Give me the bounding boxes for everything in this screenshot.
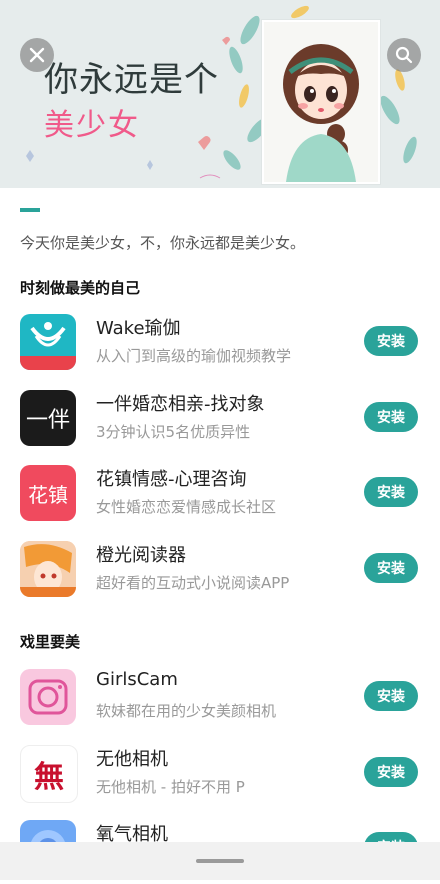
app-row-yiban[interactable]: 一伴 一伴婚恋相亲-找对象 3分钟认识5名优质异性 安装 (0, 390, 440, 454)
close-icon (29, 47, 45, 63)
app-subtitle: 从入门到高级的瑜伽视频教学 (96, 347, 292, 365)
wuta-icon-text: 無 (34, 760, 64, 795)
huazhen-app-icon: 花镇 (20, 465, 76, 521)
banner: 你永远是个 美少女 (0, 0, 440, 188)
app-row-wuta-camera[interactable]: 無 无他相机 无他相机 - 拍好不用 P 安装 (0, 745, 440, 809)
section-title-2: 戏里要美 (20, 633, 81, 651)
install-button[interactable]: 安装 (364, 402, 418, 432)
app-subtitle: 超好看的互动式小说阅读APP (96, 574, 290, 592)
close-button[interactable] (20, 38, 54, 72)
install-button[interactable]: 安装 (364, 553, 418, 583)
girl-illustration (283, 44, 359, 182)
app-subtitle: 3分钟认识5名优质异性 (96, 423, 251, 441)
app-subtitle: 软妹都在用的少女美颜相机 (96, 702, 277, 720)
huazhen-icon-text: 花镇 (28, 482, 68, 507)
app-row-huazhen[interactable]: 花镇 花镇情感-心理咨询 女性婚恋恋爱情感成长社区 安装 (0, 465, 440, 529)
app-name: 花镇情感-心理咨询 (96, 469, 247, 490)
wuta-camera-app-icon: 無 (20, 745, 78, 803)
yiban-app-icon: 一伴 (20, 390, 76, 446)
install-button[interactable]: 安装 (364, 326, 418, 356)
app-row-wake-yoga[interactable]: Wake瑜伽 从入门到高级的瑜伽视频教学 安装 (0, 314, 440, 378)
install-button[interactable]: 安装 (364, 757, 418, 787)
accent-bar (20, 208, 40, 212)
app-name: 一伴婚恋相亲-找对象 (96, 394, 265, 415)
app-subtitle: 无他相机 - 拍好不用 P (96, 778, 245, 796)
banner-title-line2: 美少女 (44, 108, 140, 143)
girlscam-app-icon (20, 669, 76, 725)
banner-title-line1: 你永远是个 (44, 60, 219, 100)
app-name: Wake瑜伽 (96, 318, 181, 339)
app-name: 无他相机 (96, 749, 168, 770)
install-button[interactable]: 安装 (364, 477, 418, 507)
yiban-icon-text: 一伴 (25, 408, 70, 433)
app-subtitle: 女性婚恋恋爱情感成长社区 (96, 498, 277, 516)
app-row-girlscam[interactable]: GirlsCam 软妹都在用的少女美颜相机 安装 (0, 669, 440, 733)
chengguang-app-icon (20, 541, 76, 597)
app-name: GirlsCam (96, 669, 178, 690)
install-button[interactable]: 安装 (364, 681, 418, 711)
home-indicator[interactable] (196, 859, 244, 863)
banner-portrait-image (262, 20, 380, 184)
app-name: 橙光阅读器 (96, 545, 186, 566)
app-row-chengguang[interactable]: 橙光阅读器 超好看的互动式小说阅读APP 安装 (0, 541, 440, 605)
search-button[interactable] (387, 38, 421, 72)
bottom-navigation-bar (0, 842, 440, 880)
search-icon (395, 46, 413, 64)
collection-description: 今天你是美少女，不，你永远都是美少女。 (20, 234, 306, 252)
wake-yoga-app-icon (20, 314, 76, 370)
section-title-1: 时刻做最美的自己 (20, 279, 141, 297)
